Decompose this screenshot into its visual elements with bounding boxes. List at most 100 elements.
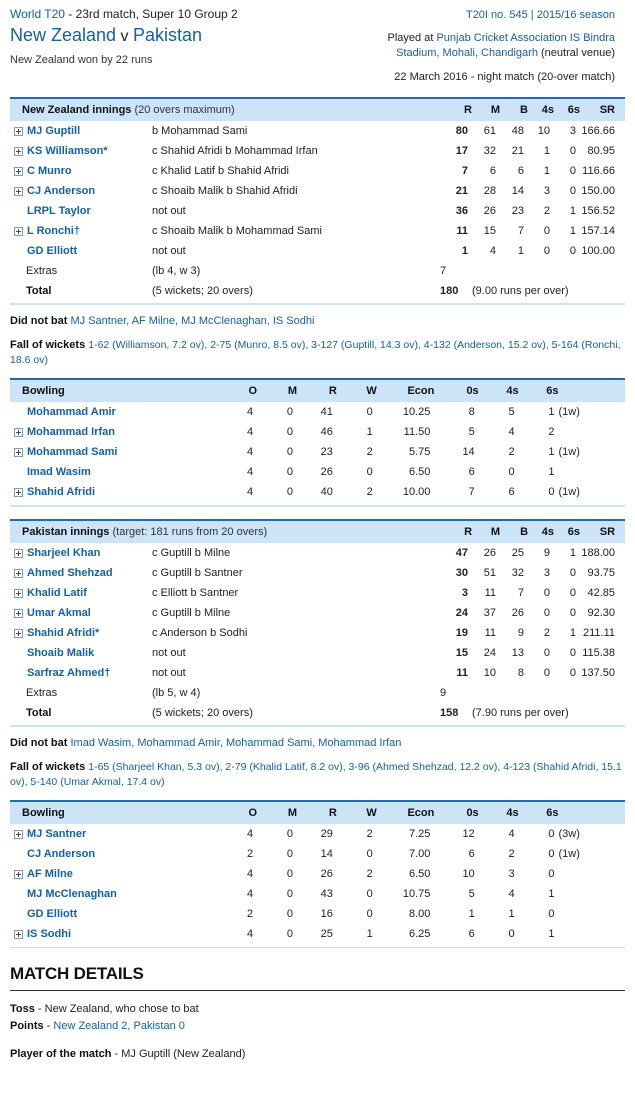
bowler-economy: 11.50 [403,426,431,438]
match-header: World T20 - 23rd match, Super 10 Group 2… [0,0,635,97]
expand-icon[interactable] [14,568,23,578]
batsman-name-cell: KS Williamson* [10,141,152,161]
expand-icon[interactable] [14,588,23,598]
bowler-runs: 41 [320,406,333,418]
innings-title-text: New Zealand innings [22,104,132,116]
batting-col-6s: 6s [554,98,580,121]
batsman-sixes: 0 [569,245,576,257]
batsman-minutes: 11 [484,627,497,639]
fall-of-wickets-line: Fall of wickets 1-62 (Williamson, 7.2 ov… [10,338,625,368]
bowler-fours: 4 [508,888,515,900]
bowler-sixes: 0 [548,828,555,840]
batsman-minutes: 26 [483,205,496,217]
batsman-sixes: 1 [569,627,577,639]
bowler-name-cell: Shahid Afridi [10,482,215,502]
batsman-name[interactable]: Ahmed Shehzad [27,567,113,579]
expand-icon[interactable] [14,226,23,236]
bowler-name[interactable]: Shahid Afridi [27,486,95,498]
expand-icon[interactable] [14,427,23,437]
batsman-sixes: 1 [569,205,576,217]
batsman-name[interactable]: Shoaib Malik [27,647,94,659]
batsman-dismissal: c Anderson b Sodhi [152,627,248,639]
match-header-left: World T20 - 23rd match, Super 10 Group 2… [10,6,370,68]
team-away[interactable]: Pakistan [133,25,202,45]
did-not-bat-line: Did not bat MJ Santner, AF Milne, MJ McC… [10,314,625,329]
bowler-economy: 8.00 [408,908,431,920]
bowler-name[interactable]: CJ Anderson [27,848,95,860]
batsman-name[interactable]: Khalid Latif [27,587,87,599]
bowler-dots: 10 [462,868,475,880]
innings-title-text: Pakistan innings [22,526,110,538]
batsman-name[interactable]: KS Williamson* [27,145,108,157]
batsman-balls: 9 [517,627,525,639]
bowler-name[interactable]: AF Milne [27,868,73,880]
bowler-name[interactable]: MJ McClenaghan [27,888,117,900]
total-row: Total (5 wickets; 20 overs) 158 (7.90 runs … [10,703,625,723]
extras-row: Extras (lb 4, w 3) 7 [10,261,625,281]
expand-icon[interactable] [14,166,23,176]
batsman-minutes: 6 [489,165,496,177]
bowling-col-6s: 6s [518,801,559,824]
batsman-name[interactable]: C Munro [27,165,72,177]
bowling-col-extras [558,801,625,824]
did-not-bat-players[interactable]: MJ Santner, AF Milne, MJ McClenaghan, IS… [71,315,315,327]
batsman-minutes: 28 [483,185,496,197]
bowler-name[interactable]: Mohammad Amir [27,406,116,418]
total-run-rate: (9.00 runs per over) [472,285,569,297]
points-value[interactable]: New Zealand 2, Pakistan 0 [53,1020,184,1032]
batsman-sixes: 3 [569,125,576,137]
batsman-name[interactable]: Shahid Afridi* [27,627,99,639]
bowler-economy: 7.00 [408,848,431,860]
batsman-name[interactable]: LRPL Taylor [27,205,91,217]
batsman-name[interactable]: MJ Guptill [27,125,80,137]
bowler-row: Mohammad Irfan 4 0 46 1 11.50 5 4 2 [10,422,625,442]
batsman-runs: 17 [455,145,468,157]
expand-icon[interactable] [14,628,23,638]
batsman-balls: 23 [511,205,524,217]
batsman-fours: 3 [543,185,550,197]
expand-icon[interactable] [14,487,23,497]
match-details-divider [10,990,625,991]
bowler-name[interactable]: Mohammad Sami [27,446,117,458]
batsman-name-cell: CJ Anderson [10,181,152,201]
points-dash: - [43,1020,54,1032]
expand-icon[interactable] [14,869,23,879]
did-not-bat-players[interactable]: Imad Wasim, Mohammad Amir, Mohammad Sami… [71,737,402,749]
bowler-wides [558,422,625,442]
bowler-name-cell: MJ Santner [10,824,215,844]
batsman-dismissal: not out [152,205,186,217]
bowler-name[interactable]: IS Sodhi [27,928,71,940]
bowling-divider [10,505,625,507]
bowler-name[interactable]: MJ Santner [27,828,86,840]
batsman-name[interactable]: L Ronchi† [27,225,80,237]
bowler-wickets: 2 [366,868,373,880]
batsman-dismissal: not out [152,245,186,257]
series-link[interactable]: World T20 [10,7,65,21]
bowler-name[interactable]: GD Elliott [27,908,77,920]
expand-icon[interactable] [14,126,23,136]
expand-icon[interactable] [14,548,23,558]
batsman-sixes: 0 [569,587,577,599]
bowler-dots: 1 [468,908,475,920]
batsman-name[interactable]: Umar Akmal [27,607,91,619]
bowler-name[interactable]: Mohammad Irfan [27,426,115,438]
expand-icon[interactable] [14,186,23,196]
batsman-fours: 0 [543,607,551,619]
expand-icon[interactable] [14,146,23,156]
bowler-economy: 6.25 [408,928,431,940]
bowling-col-econ: Econ [376,379,435,402]
expand-icon[interactable] [14,447,23,457]
bowler-name[interactable]: Imad Wasim [27,466,91,478]
batsman-name[interactable]: Sarfraz Ahmed† [27,667,110,679]
expand-icon[interactable] [14,929,23,939]
fall-of-wickets-label: Fall of wickets [10,761,89,773]
batsman-row: KS Williamson* c Shahid Afridi b Mohammad… [10,141,625,161]
expand-icon[interactable] [14,829,23,839]
batsman-name[interactable]: CJ Anderson [27,185,95,197]
batsman-name[interactable]: GD Elliott [27,245,77,257]
team-home[interactable]: New Zealand [10,25,116,45]
batsman-sixes: 1 [569,225,576,237]
expand-icon[interactable] [14,608,23,618]
batsman-name[interactable]: Sharjeel Khan [27,547,100,559]
bowler-runs: 26 [320,466,333,478]
